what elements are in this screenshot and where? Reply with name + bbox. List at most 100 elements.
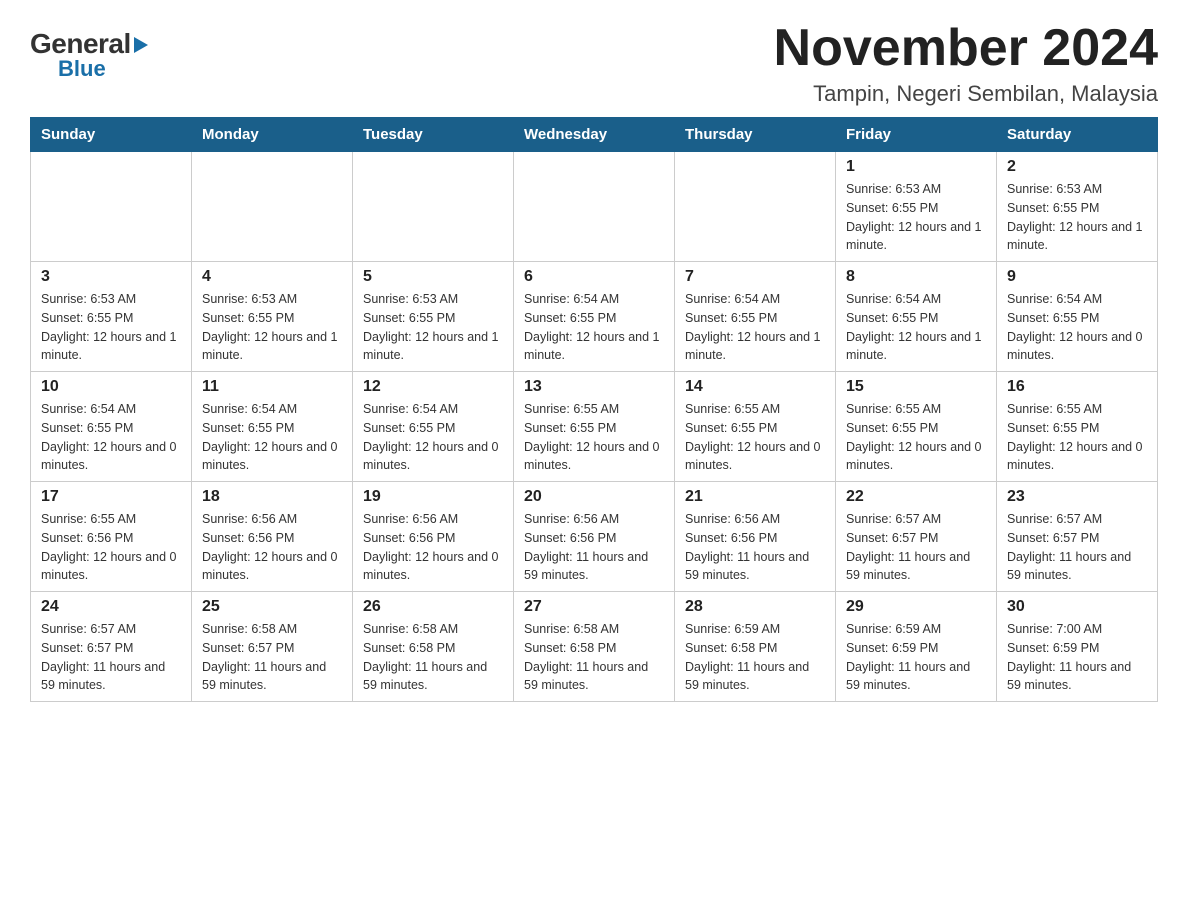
week-row-2: 3 Sunrise: 6:53 AM Sunset: 6:55 PM Daylig…	[31, 262, 1158, 372]
day-info: Sunrise: 6:58 AM Sunset: 6:58 PM Dayligh…	[524, 620, 664, 695]
day-number: 21	[685, 488, 825, 506]
page-header: General Blue November 2024 Tampin, Neger…	[30, 20, 1158, 107]
calendar-cell: 9 Sunrise: 6:54 AM Sunset: 6:55 PM Daylig…	[997, 262, 1158, 372]
week-row-5: 24Sunrise: 6:57 AM Sunset: 6:57 PM Dayli…	[31, 592, 1158, 702]
day-info: Sunrise: 6:54 AM Sunset: 6:55 PM Dayligh…	[1007, 290, 1147, 365]
day-info: Sunrise: 6:54 AM Sunset: 6:55 PM Dayligh…	[524, 290, 664, 365]
day-number: 6	[524, 268, 664, 286]
calendar-cell: 11 Sunrise: 6:54 AM Sunset: 6:55 PM Dayli…	[192, 372, 353, 482]
calendar-cell: 6 Sunrise: 6:54 AM Sunset: 6:55 PM Daylig…	[514, 262, 675, 372]
calendar-cell: 5 Sunrise: 6:53 AM Sunset: 6:55 PM Daylig…	[353, 262, 514, 372]
day-info: Sunrise: 6:55 AM Sunset: 6:55 PM Dayligh…	[1007, 400, 1147, 475]
day-info: Sunrise: 6:58 AM Sunset: 6:58 PM Dayligh…	[363, 620, 503, 695]
col-saturday: Saturday	[997, 118, 1158, 152]
calendar-cell: 7 Sunrise: 6:54 AM Sunset: 6:55 PM Daylig…	[675, 262, 836, 372]
calendar-cell: 21 Sunrise: 6:56 AM Sunset: 6:56 PM Dayli…	[675, 482, 836, 592]
calendar-cell: 2 Sunrise: 6:53 AM Sunset: 6:55 PM Daylig…	[997, 152, 1158, 262]
col-monday: Monday	[192, 118, 353, 152]
day-info: Sunrise: 6:53 AM Sunset: 6:55 PM Dayligh…	[363, 290, 503, 365]
calendar-cell: 19 Sunrise: 6:56 AM Sunset: 6:56 PM Dayli…	[353, 482, 514, 592]
calendar-cell: 4 Sunrise: 6:53 AM Sunset: 6:55 PM Daylig…	[192, 262, 353, 372]
day-number: 10	[41, 378, 181, 396]
day-info: Sunrise: 6:53 AM Sunset: 6:55 PM Dayligh…	[41, 290, 181, 365]
day-number: 27	[524, 598, 664, 616]
calendar-cell: 28 Sunrise: 6:59 AM Sunset: 6:58 PM Dayli…	[675, 592, 836, 702]
day-info: Sunrise: 6:56 AM Sunset: 6:56 PM Dayligh…	[202, 510, 342, 585]
calendar-cell: 25 Sunrise: 6:58 AM Sunset: 6:57 PM Dayli…	[192, 592, 353, 702]
day-number: 16	[1007, 378, 1147, 396]
calendar-cell: 27 Sunrise: 6:58 AM Sunset: 6:58 PM Dayli…	[514, 592, 675, 702]
day-number: 11	[202, 378, 342, 396]
calendar-cell	[514, 152, 675, 262]
col-sunday: Sunday	[31, 118, 192, 152]
day-info: Sunrise: 6:55 AM Sunset: 6:55 PM Dayligh…	[685, 400, 825, 475]
calendar-cell: 1 Sunrise: 6:53 AM Sunset: 6:55 PM Daylig…	[836, 152, 997, 262]
day-info: Sunrise: 6:56 AM Sunset: 6:56 PM Dayligh…	[363, 510, 503, 585]
day-number: 9	[1007, 268, 1147, 286]
day-info: Sunrise: 6:54 AM Sunset: 6:55 PM Dayligh…	[202, 400, 342, 475]
day-info: Sunrise: 6:54 AM Sunset: 6:55 PM Dayligh…	[685, 290, 825, 365]
day-info: Sunrise: 6:54 AM Sunset: 6:55 PM Dayligh…	[41, 400, 181, 475]
day-info: Sunrise: 6:56 AM Sunset: 6:56 PM Dayligh…	[524, 510, 664, 585]
day-info: Sunrise: 6:57 AM Sunset: 6:57 PM Dayligh…	[41, 620, 181, 695]
col-friday: Friday	[836, 118, 997, 152]
day-number: 17	[41, 488, 181, 506]
day-number: 18	[202, 488, 342, 506]
title-area: November 2024 Tampin, Negeri Sembilan, M…	[774, 20, 1158, 107]
day-number: 7	[685, 268, 825, 286]
day-number: 14	[685, 378, 825, 396]
calendar-cell: 30 Sunrise: 7:00 AM Sunset: 6:59 PM Dayli…	[997, 592, 1158, 702]
day-info: Sunrise: 6:59 AM Sunset: 6:58 PM Dayligh…	[685, 620, 825, 695]
day-number: 1	[846, 158, 986, 176]
calendar-cell: 15 Sunrise: 6:55 AM Sunset: 6:55 PM Dayli…	[836, 372, 997, 482]
day-info: Sunrise: 6:57 AM Sunset: 6:57 PM Dayligh…	[846, 510, 986, 585]
calendar-cell: 20Sunrise: 6:56 AM Sunset: 6:56 PM Dayli…	[514, 482, 675, 592]
calendar-cell: 23 Sunrise: 6:57 AM Sunset: 6:57 PM Dayli…	[997, 482, 1158, 592]
day-number: 8	[846, 268, 986, 286]
col-tuesday: Tuesday	[353, 118, 514, 152]
calendar-cell: 29 Sunrise: 6:59 AM Sunset: 6:59 PM Dayli…	[836, 592, 997, 702]
day-number: 13	[524, 378, 664, 396]
calendar-cell: 3 Sunrise: 6:53 AM Sunset: 6:55 PM Daylig…	[31, 262, 192, 372]
calendar-cell: 13Sunrise: 6:55 AM Sunset: 6:55 PM Dayli…	[514, 372, 675, 482]
calendar-cell	[353, 152, 514, 262]
day-info: Sunrise: 6:55 AM Sunset: 6:55 PM Dayligh…	[846, 400, 986, 475]
day-number: 30	[1007, 598, 1147, 616]
calendar-cell	[192, 152, 353, 262]
day-number: 19	[363, 488, 503, 506]
week-row-3: 10 Sunrise: 6:54 AM Sunset: 6:55 PM Dayli…	[31, 372, 1158, 482]
day-number: 2	[1007, 158, 1147, 176]
col-wednesday: Wednesday	[514, 118, 675, 152]
day-number: 3	[41, 268, 181, 286]
day-info: Sunrise: 6:54 AM Sunset: 6:55 PM Dayligh…	[846, 290, 986, 365]
day-number: 4	[202, 268, 342, 286]
day-info: Sunrise: 6:53 AM Sunset: 6:55 PM Dayligh…	[202, 290, 342, 365]
day-number: 26	[363, 598, 503, 616]
location-title: Tampin, Negeri Sembilan, Malaysia	[774, 81, 1158, 107]
day-info: Sunrise: 6:54 AM Sunset: 6:55 PM Dayligh…	[363, 400, 503, 475]
day-info: Sunrise: 7:00 AM Sunset: 6:59 PM Dayligh…	[1007, 620, 1147, 695]
day-info: Sunrise: 6:58 AM Sunset: 6:57 PM Dayligh…	[202, 620, 342, 695]
week-row-4: 17Sunrise: 6:55 AM Sunset: 6:56 PM Dayli…	[31, 482, 1158, 592]
calendar-cell	[675, 152, 836, 262]
calendar-cell: 16 Sunrise: 6:55 AM Sunset: 6:55 PM Dayli…	[997, 372, 1158, 482]
logo-general-text: General	[30, 30, 148, 58]
day-number: 25	[202, 598, 342, 616]
day-number: 12	[363, 378, 503, 396]
calendar-cell: 12 Sunrise: 6:54 AM Sunset: 6:55 PM Dayli…	[353, 372, 514, 482]
day-info: Sunrise: 6:53 AM Sunset: 6:55 PM Dayligh…	[846, 180, 986, 255]
calendar-cell: 22Sunrise: 6:57 AM Sunset: 6:57 PM Dayli…	[836, 482, 997, 592]
day-number: 15	[846, 378, 986, 396]
week-row-1: 1 Sunrise: 6:53 AM Sunset: 6:55 PM Daylig…	[31, 152, 1158, 262]
day-number: 23	[1007, 488, 1147, 506]
calendar-cell: 24Sunrise: 6:57 AM Sunset: 6:57 PM Dayli…	[31, 592, 192, 702]
day-info: Sunrise: 6:53 AM Sunset: 6:55 PM Dayligh…	[1007, 180, 1147, 255]
day-info: Sunrise: 6:56 AM Sunset: 6:56 PM Dayligh…	[685, 510, 825, 585]
day-number: 5	[363, 268, 503, 286]
day-info: Sunrise: 6:57 AM Sunset: 6:57 PM Dayligh…	[1007, 510, 1147, 585]
calendar-cell	[31, 152, 192, 262]
day-number: 29	[846, 598, 986, 616]
day-number: 28	[685, 598, 825, 616]
calendar-cell: 17Sunrise: 6:55 AM Sunset: 6:56 PM Dayli…	[31, 482, 192, 592]
day-info: Sunrise: 6:59 AM Sunset: 6:59 PM Dayligh…	[846, 620, 986, 695]
